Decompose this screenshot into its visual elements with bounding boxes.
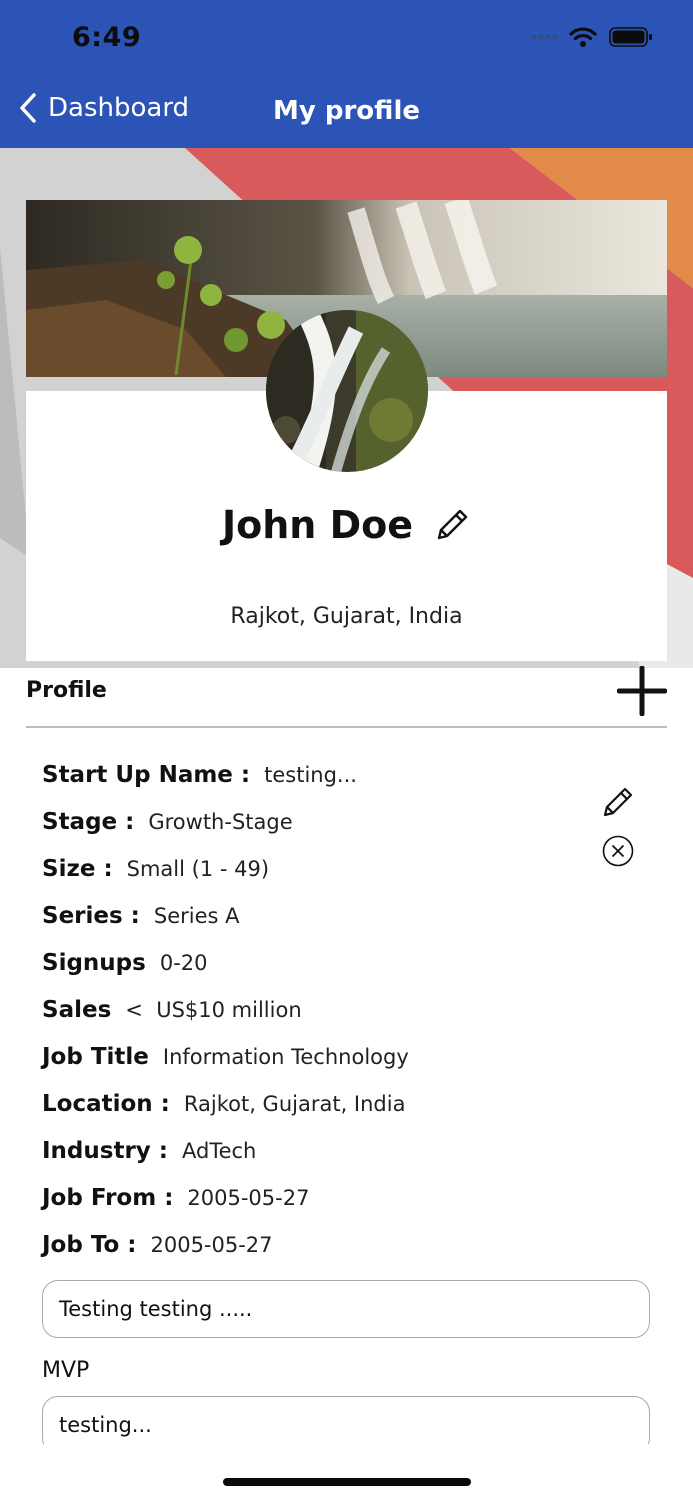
profile-section-header: Profile	[26, 666, 667, 728]
field-job-from: Job From : 2005-05-27	[42, 1185, 409, 1232]
field-value: testing...	[264, 763, 357, 787]
field-industry: Industry : AdTech	[42, 1138, 409, 1185]
field-value: Growth-Stage	[148, 810, 293, 834]
field-value: AdTech	[182, 1139, 257, 1163]
mvp-label: MVP	[42, 1358, 90, 1383]
field-stage: Stage : Growth-Stage	[42, 809, 409, 856]
wifi-icon	[569, 27, 597, 47]
field-size: Size : Small (1 - 49)	[42, 856, 409, 903]
page-title: My profile	[273, 96, 420, 126]
navigation-bar: 6:49 Dashboard My profile	[0, 0, 693, 148]
field-value: < US$10 million	[125, 998, 302, 1022]
field-signups: Signups 0-20	[42, 950, 409, 997]
field-value: 2005-05-27	[187, 1186, 310, 1210]
field-value: 0-20	[159, 951, 208, 975]
field-key: Job To :	[42, 1232, 137, 1258]
field-job-to: Job To : 2005-05-27	[42, 1232, 409, 1279]
field-value: Information Technology	[162, 1045, 409, 1069]
field-key: Industry :	[42, 1138, 168, 1164]
battery-icon	[609, 27, 652, 47]
description-field[interactable]: Testing testing .....	[42, 1280, 650, 1338]
edit-entry-icon[interactable]	[600, 784, 636, 820]
profile-name: John Doe	[221, 503, 413, 547]
status-icons	[532, 26, 653, 48]
home-indicator[interactable]	[223, 1478, 471, 1486]
field-value: 2005-05-27	[150, 1233, 273, 1257]
field-value: Rajkot, Gujarat, India	[183, 1092, 406, 1116]
field-key: Size :	[42, 856, 113, 882]
field-sales: Sales < US$10 million	[42, 997, 409, 1044]
name-row: John Doe	[0, 503, 693, 547]
section-title: Profile	[26, 678, 107, 703]
profile-fields: Start Up Name : testing... Stage : Growth-…	[42, 762, 409, 1279]
field-series: Series : Series A	[42, 903, 409, 950]
field-key: Signups	[42, 950, 146, 976]
field-key: Sales	[42, 997, 112, 1023]
status-time: 6:49	[72, 22, 142, 53]
signal-icon	[532, 35, 557, 39]
field-key: Stage :	[42, 809, 135, 835]
field-key: Job From :	[42, 1185, 174, 1211]
field-key: Start Up Name :	[42, 762, 251, 788]
field-value: Small (1 - 49)	[126, 857, 270, 881]
field-job-title: Job Title Information Technology	[42, 1044, 409, 1091]
field-key: Job Title	[42, 1044, 149, 1070]
field-location: Location : Rajkot, Gujarat, India	[42, 1091, 409, 1138]
field-key: Series :	[42, 903, 140, 929]
field-value: Series A	[153, 904, 240, 928]
delete-entry-icon[interactable]	[602, 835, 634, 867]
avatar[interactable]	[266, 310, 428, 472]
edit-name-icon[interactable]	[433, 506, 471, 544]
add-icon[interactable]	[617, 666, 667, 716]
profile-location: Rajkot, Gujarat, India	[230, 604, 463, 629]
field-key: Location :	[42, 1091, 170, 1117]
bottom-safe-area	[0, 1444, 693, 1500]
field-startup-name: Start Up Name : testing...	[42, 762, 409, 809]
